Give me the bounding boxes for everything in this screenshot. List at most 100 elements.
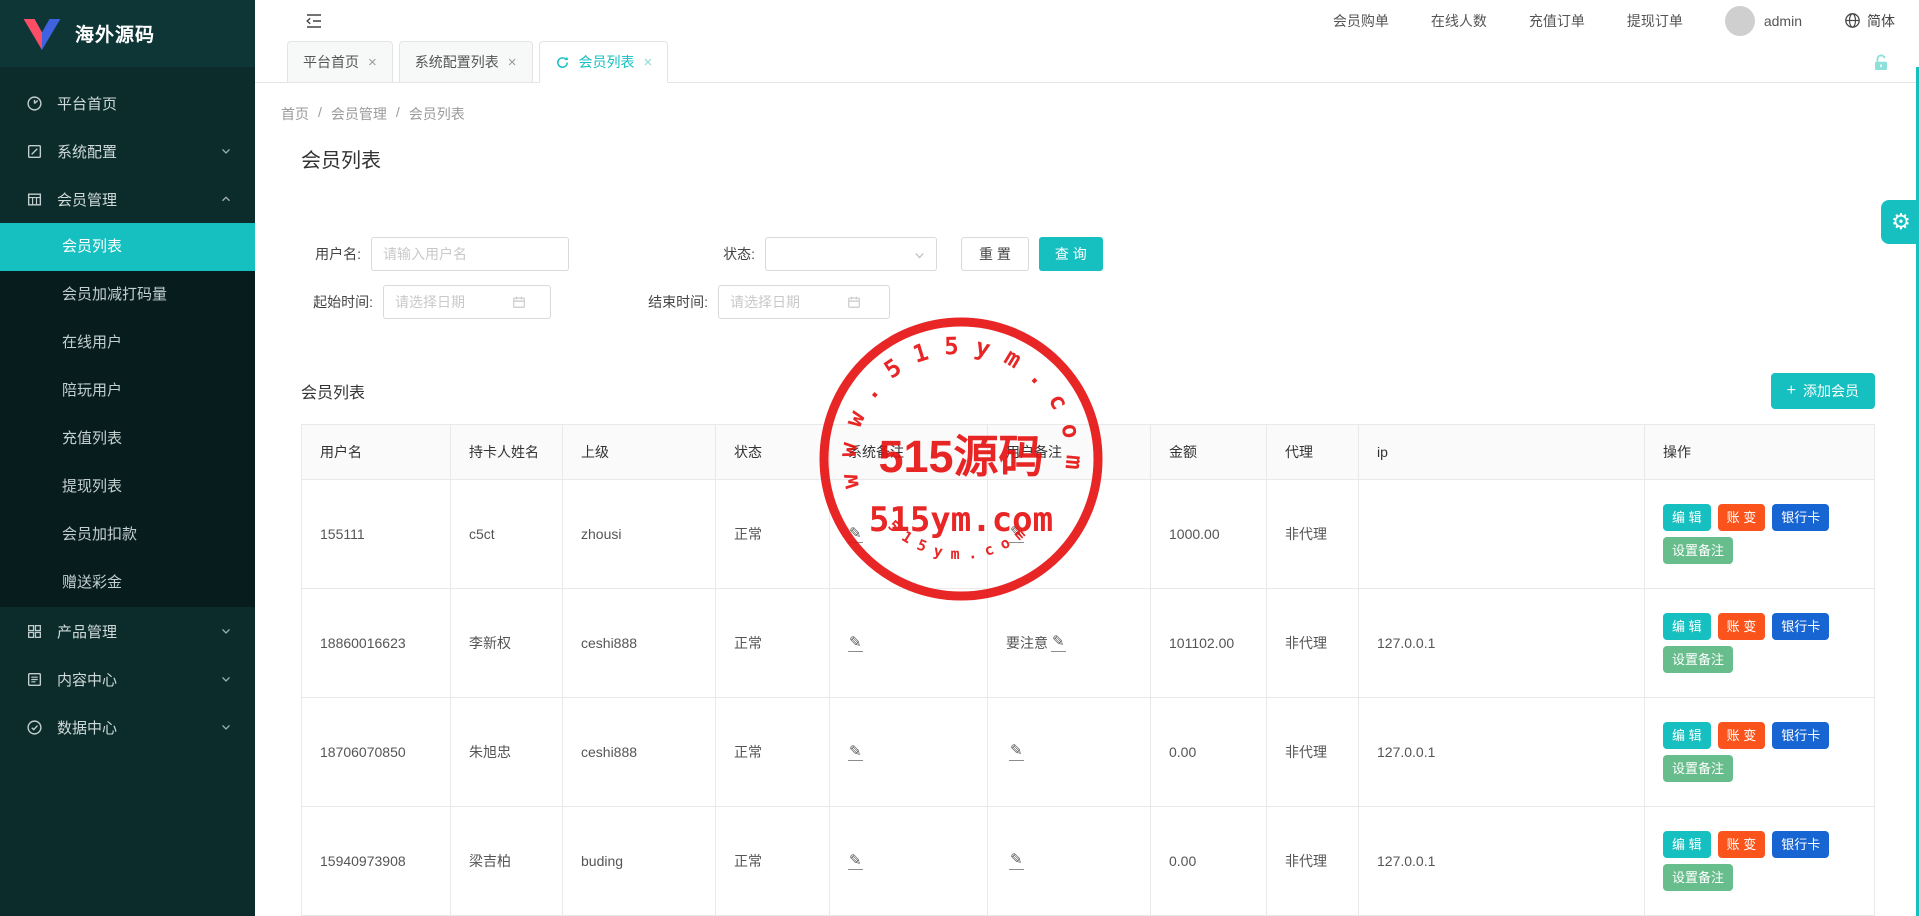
sidebar-item-gift-bonus[interactable]: 赠送彩金: [0, 559, 255, 607]
set-remark-button[interactable]: 设置备注: [1663, 755, 1733, 782]
set-remark-button[interactable]: 设置备注: [1663, 537, 1733, 564]
status-cell: 正常: [716, 807, 830, 916]
search-button[interactable]: 查 询: [1039, 237, 1103, 271]
breadcrumb: 首页 / 会员管理 / 会员列表: [255, 83, 1919, 124]
reset-button[interactable]: 重 置: [961, 237, 1029, 271]
account-change-button[interactable]: 账 变: [1718, 504, 1766, 531]
breadcrumb-member-management[interactable]: 会员管理: [331, 104, 387, 124]
sidebar-item-member-list[interactable]: 会员列表: [0, 223, 255, 271]
filter-form: 用户名: 状态: 重 置 查 询 起始时间:: [301, 237, 1875, 319]
sidebar-item-companion-users[interactable]: 陪玩用户: [0, 367, 255, 415]
bank-card-button[interactable]: 银行卡: [1772, 504, 1829, 531]
globe-icon: [1844, 12, 1861, 29]
username-input[interactable]: [371, 237, 569, 271]
brand-title: 海外源码: [75, 20, 155, 47]
account-change-button[interactable]: 账 变: [1718, 722, 1766, 749]
col-ip: ip: [1359, 425, 1645, 480]
chevron-down-icon: [219, 672, 233, 686]
edit-button[interactable]: 编 辑: [1663, 504, 1711, 531]
end-date-input[interactable]: [719, 286, 847, 318]
edit-user-remark-icon[interactable]: ✎: [1009, 852, 1024, 870]
start-date-input[interactable]: [384, 286, 512, 318]
status-select[interactable]: [765, 237, 937, 271]
cardholder-cell: 梁吉柏: [451, 807, 563, 916]
nav-link-member-orders[interactable]: 会员购单: [1333, 11, 1389, 31]
settings-gear-button[interactable]: ⚙: [1881, 200, 1919, 244]
table-row: 18706070850 朱旭忠 ceshi888 正常 ✎ ✎ 0.00 非代理…: [302, 698, 1875, 807]
add-member-button[interactable]: + 添加会员: [1771, 373, 1875, 409]
start-date-picker[interactable]: [383, 285, 551, 319]
amount-cell: 1000.00: [1151, 480, 1267, 589]
system-remark-cell: ✎: [830, 807, 988, 916]
nav-link-online-count[interactable]: 在线人数: [1431, 11, 1487, 31]
close-icon[interactable]: ×: [368, 54, 377, 71]
gear-icon: ⚙: [1891, 209, 1911, 235]
member-submenu: 会员列表 会员加减打码量 在线用户 陪玩用户 充值列表 提现列表 会员加扣款 赠…: [0, 223, 255, 607]
language-switcher[interactable]: 简体: [1844, 11, 1895, 31]
sidebar-item-online-users[interactable]: 在线用户: [0, 319, 255, 367]
nav-link-withdraw-orders[interactable]: 提现订单: [1627, 11, 1683, 31]
set-remark-button[interactable]: 设置备注: [1663, 864, 1733, 891]
agent-cell: 非代理: [1267, 480, 1359, 589]
edit-system-remark-icon[interactable]: ✎: [848, 853, 863, 871]
tab-system-config-list[interactable]: 系统配置列表 ×: [399, 41, 533, 83]
grid-icon: [26, 623, 43, 640]
bank-card-button[interactable]: 银行卡: [1772, 613, 1829, 640]
edit-user-remark-icon[interactable]: ✎: [1009, 743, 1024, 761]
chevron-down-icon: [219, 720, 233, 734]
nav-link-recharge-orders[interactable]: 充值订单: [1529, 11, 1585, 31]
edit-system-remark-icon[interactable]: ✎: [848, 744, 863, 762]
refresh-icon[interactable]: [555, 55, 570, 70]
menu-fold-icon[interactable]: [303, 11, 325, 31]
sidebar-item-system-config[interactable]: 系统配置: [0, 127, 255, 175]
calendar-icon: [847, 295, 861, 309]
sidebar-item-recharge-list[interactable]: 充值列表: [0, 415, 255, 463]
agent-cell: 非代理: [1267, 698, 1359, 807]
chevron-up-icon: [219, 192, 233, 206]
brand-logo[interactable]: 海外源码: [0, 0, 255, 67]
breadcrumb-separator: /: [318, 104, 322, 124]
col-amount: 金额: [1151, 425, 1267, 480]
edit-user-remark-icon[interactable]: ✎: [1051, 634, 1066, 652]
edit-user-remark-icon[interactable]: ✎: [1009, 525, 1024, 543]
sidebar-item-label: 产品管理: [57, 621, 117, 642]
chevron-down-icon: [913, 249, 926, 262]
sidebar-item-member-management[interactable]: 会员管理: [0, 175, 255, 223]
col-status: 状态: [716, 425, 830, 480]
status-cell: 正常: [716, 480, 830, 589]
close-icon[interactable]: ×: [508, 54, 517, 71]
sidebar-item-platform-home[interactable]: 平台首页: [0, 79, 255, 127]
account-change-button[interactable]: 账 变: [1718, 831, 1766, 858]
close-icon[interactable]: ×: [644, 54, 653, 71]
sidebar-item-product-management[interactable]: 产品管理: [0, 607, 255, 655]
bank-card-button[interactable]: 银行卡: [1772, 831, 1829, 858]
sidebar-item-withdraw-list[interactable]: 提现列表: [0, 463, 255, 511]
tab-member-list[interactable]: 会员列表 ×: [539, 41, 669, 83]
breadcrumb-home[interactable]: 首页: [281, 104, 309, 124]
sidebar-item-member-bet-adjust[interactable]: 会员加减打码量: [0, 271, 255, 319]
col-agent: 代理: [1267, 425, 1359, 480]
cardholder-cell: c5ct: [451, 480, 563, 589]
sidebar-item-content-center[interactable]: 内容中心: [0, 655, 255, 703]
tab-platform-home[interactable]: 平台首页 ×: [287, 41, 393, 83]
calendar-icon: [512, 295, 526, 309]
status-cell: 正常: [716, 698, 830, 807]
edit-system-remark-icon[interactable]: ✎: [848, 635, 863, 653]
edit-square-icon: [26, 143, 43, 160]
bank-card-button[interactable]: 银行卡: [1772, 722, 1829, 749]
edit-system-remark-icon[interactable]: ✎: [848, 526, 863, 544]
edit-button[interactable]: 编 辑: [1663, 722, 1711, 749]
sidebar-item-member-credit-adjust[interactable]: 会员加扣款: [0, 511, 255, 559]
edit-button[interactable]: 编 辑: [1663, 613, 1711, 640]
set-remark-button[interactable]: 设置备注: [1663, 646, 1733, 673]
sidebar-item-data-center[interactable]: 数据中心: [0, 703, 255, 751]
brand-v-icon: [22, 16, 62, 52]
parent-cell: zhousi: [563, 480, 716, 589]
end-date-picker[interactable]: [718, 285, 890, 319]
cardholder-cell: 李新权: [451, 589, 563, 698]
user-menu[interactable]: admin: [1725, 6, 1802, 36]
unlock-icon[interactable]: [1871, 53, 1891, 78]
edit-button[interactable]: 编 辑: [1663, 831, 1711, 858]
actions-cell: 编 辑 账 变 银行卡 设置备注: [1645, 480, 1875, 589]
account-change-button[interactable]: 账 变: [1718, 613, 1766, 640]
